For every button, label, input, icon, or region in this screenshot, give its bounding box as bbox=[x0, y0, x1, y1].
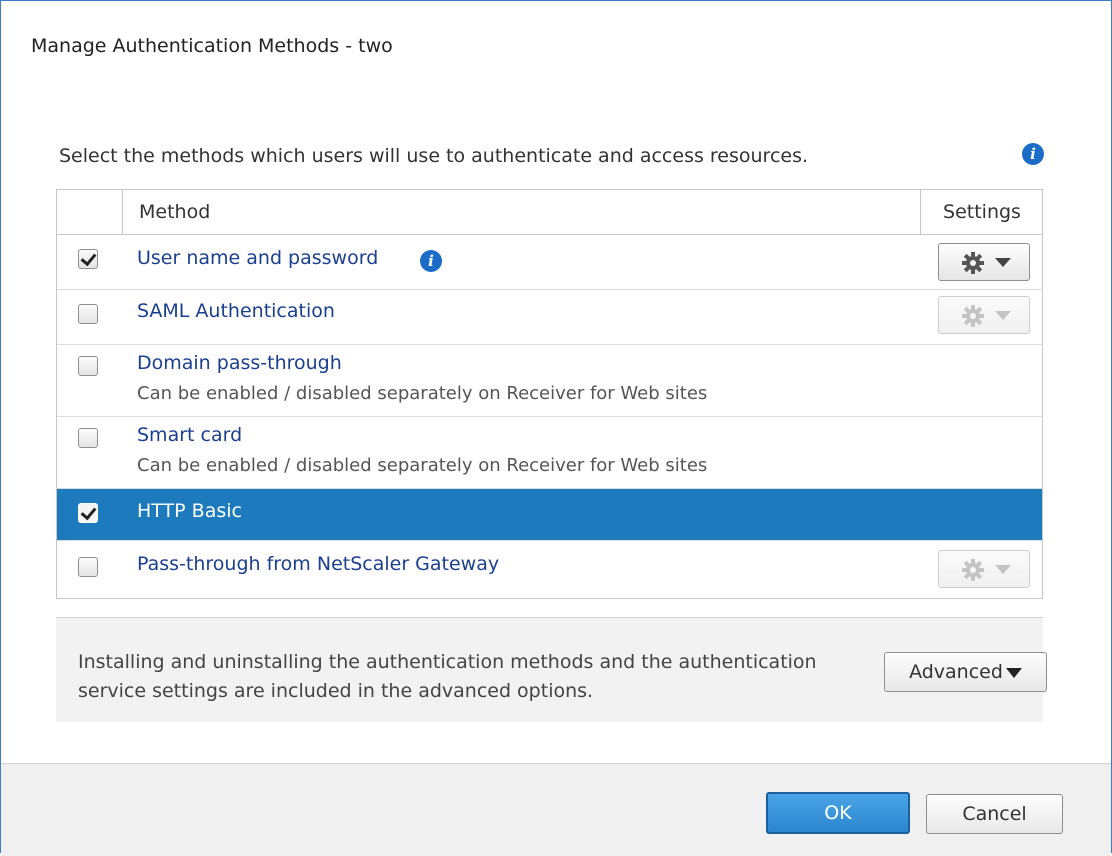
methods-grid: Method Settings User name and password i bbox=[56, 189, 1043, 599]
chevron-down-icon bbox=[995, 258, 1011, 267]
header-settings: Settings bbox=[943, 201, 1021, 223]
gear-icon bbox=[962, 559, 984, 581]
method-label[interactable]: Smart card bbox=[137, 424, 242, 446]
method-label[interactable]: SAML Authentication bbox=[137, 300, 335, 322]
info-icon[interactable]: i bbox=[1022, 143, 1044, 165]
dialog-button-bar: OK Cancel bbox=[1, 763, 1111, 856]
checkbox-user-name-password[interactable] bbox=[78, 249, 98, 269]
intro-text: Select the methods which users will use … bbox=[59, 145, 809, 167]
method-description: Can be enabled / disabled separately on … bbox=[137, 455, 708, 476]
checkbox-netscaler-gateway[interactable] bbox=[78, 557, 98, 577]
caret-down-icon bbox=[1005, 667, 1022, 678]
method-label[interactable]: Domain pass-through bbox=[137, 352, 342, 374]
checkbox-http-basic[interactable] bbox=[78, 503, 98, 523]
header-method[interactable]: Method bbox=[123, 190, 921, 234]
gear-icon bbox=[962, 252, 984, 274]
ok-button[interactable]: OK bbox=[766, 792, 910, 834]
header-check-column bbox=[57, 190, 123, 234]
settings-gear-button-disabled bbox=[938, 296, 1030, 334]
chevron-down-icon bbox=[995, 565, 1011, 574]
grid-header: Method Settings bbox=[57, 190, 1042, 235]
advanced-options-panel: Installing and uninstalling the authenti… bbox=[56, 617, 1047, 722]
method-label[interactable]: Pass-through from NetScaler Gateway bbox=[137, 553, 499, 575]
dialog-title: Manage Authentication Methods - two bbox=[31, 35, 393, 57]
method-label[interactable]: User name and password bbox=[137, 247, 378, 269]
info-icon[interactable]: i bbox=[420, 250, 442, 272]
method-label[interactable]: HTTP Basic bbox=[137, 500, 242, 522]
method-description: Can be enabled / disabled separately on … bbox=[137, 383, 708, 404]
settings-gear-button[interactable] bbox=[938, 243, 1030, 281]
method-row-user-name-password[interactable]: User name and password i bbox=[57, 235, 1042, 290]
checkbox-saml[interactable] bbox=[78, 304, 98, 324]
cancel-button[interactable]: Cancel bbox=[926, 794, 1063, 834]
method-row-http-basic[interactable]: HTTP Basic bbox=[57, 489, 1042, 541]
method-row-domain-pass-through[interactable]: Domain pass-through Can be enabled / dis… bbox=[57, 345, 1042, 417]
advanced-button-label: Advanced bbox=[909, 661, 1003, 683]
gear-icon bbox=[962, 305, 984, 327]
method-row-smart-card[interactable]: Smart card Can be enabled / disabled sep… bbox=[57, 417, 1042, 489]
settings-gear-button-disabled bbox=[938, 550, 1030, 588]
advanced-button[interactable]: Advanced bbox=[884, 652, 1047, 692]
advanced-description: Installing and uninstalling the authenti… bbox=[78, 651, 817, 702]
chevron-down-icon bbox=[995, 311, 1011, 320]
manage-auth-dialog: Manage Authentication Methods - two Sele… bbox=[0, 0, 1112, 856]
checkbox-smart-card[interactable] bbox=[78, 428, 98, 448]
method-row-saml[interactable]: SAML Authentication bbox=[57, 290, 1042, 345]
checkbox-domain-pass-through[interactable] bbox=[78, 356, 98, 376]
method-row-netscaler-gateway[interactable]: Pass-through from NetScaler Gateway bbox=[57, 541, 1042, 598]
